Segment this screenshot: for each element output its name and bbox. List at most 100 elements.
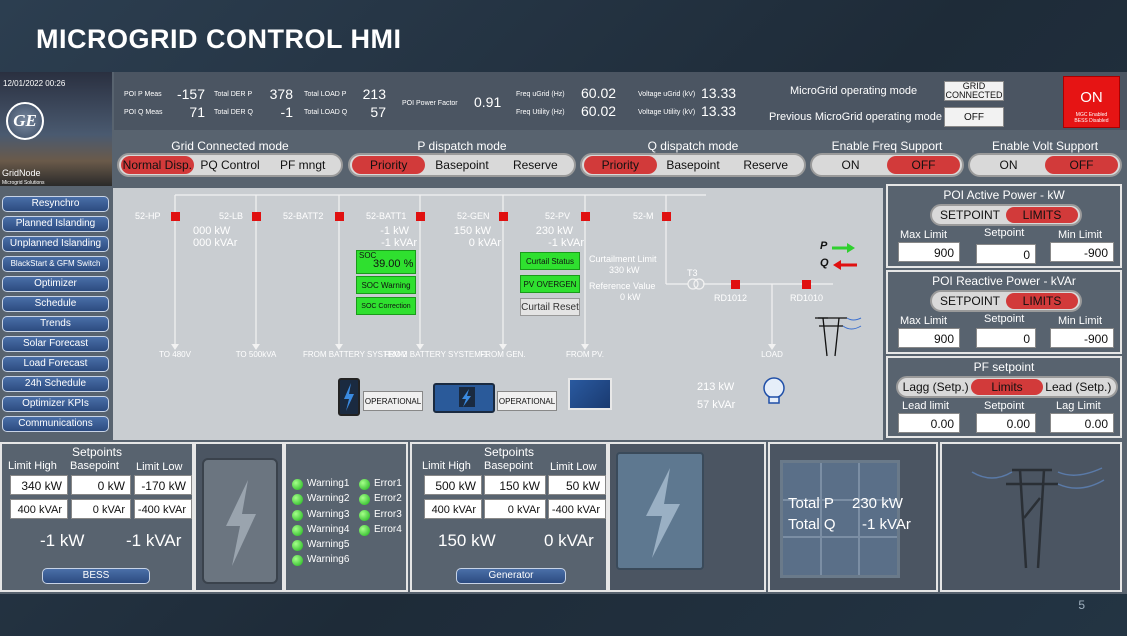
pf-tab-lagg[interactable]: Lagg (Setp.) (900, 379, 971, 395)
poi-active-tabs[interactable]: SETPOINT LIMITS (930, 204, 1082, 226)
sidebar-item-solar-forecast[interactable]: Solar Forecast (2, 336, 109, 352)
sidebar-item-resynchro[interactable]: Resynchro (2, 196, 109, 212)
freq-support-off[interactable]: OFF (887, 156, 960, 174)
sidebar-item-24h-schedule[interactable]: 24h Schedule (2, 376, 109, 392)
warning3-led (292, 510, 303, 521)
gen-limit-low-p[interactable]: 50 kW (548, 475, 606, 495)
sidebar-item-load-forecast[interactable]: Load Forecast (2, 356, 109, 372)
grid-connected-normal[interactable]: Normal Disp. (121, 156, 194, 174)
q-dispatch-priority[interactable]: Priority (584, 156, 657, 174)
volt-support-off[interactable]: OFF (1045, 156, 1118, 174)
p-dispatch-mode[interactable]: Priority Basepoint Reserve (348, 153, 576, 177)
poi-reactive-tab-limits[interactable]: LIMITS (1006, 293, 1078, 309)
breaker-52-m[interactable] (662, 212, 671, 221)
error3-label: Error3 (374, 509, 402, 520)
pf-lead-input[interactable]: 0.00 (898, 413, 960, 433)
breaker-label-52-gen: 52-GEN (457, 211, 490, 221)
gen-limit-high-q[interactable]: 400 kVAr (424, 499, 482, 519)
p-dispatch-basepoint[interactable]: Basepoint (425, 156, 498, 174)
pf-tab-lead[interactable]: Lead (Setp.) (1043, 379, 1114, 395)
breaker-52-lb[interactable] (252, 212, 261, 221)
gen-setpoints-title: Setpoints (483, 445, 535, 459)
breaker-52-hp[interactable] (171, 212, 180, 221)
bess-battery-icon (202, 458, 278, 584)
poi-active-tab-setpoint[interactable]: SETPOINT (934, 207, 1006, 223)
sidebar-item-unplanned-islanding[interactable]: Unplanned Islanding (2, 236, 109, 252)
curtail-status-indicator: Curtail Status (520, 252, 580, 270)
grid-connected-mode[interactable]: Normal Disp. PQ Control PF mngt (117, 153, 343, 177)
batt1-q: -1 kVAr (381, 237, 417, 249)
breaker-52-pv[interactable] (581, 212, 590, 221)
breaker-rd1010[interactable] (802, 280, 811, 289)
p-dispatch-priority[interactable]: Priority (352, 156, 426, 174)
grid-connected-pq[interactable]: PQ Control (194, 156, 267, 174)
freq-support-toggle[interactable]: ON OFF (810, 153, 964, 177)
poi-active-set-input[interactable]: 0 (976, 244, 1036, 264)
error2-label: Error2 (374, 493, 402, 504)
sidebar-item-planned-islanding[interactable]: Planned Islanding (2, 216, 109, 232)
bess-limit-high-q[interactable]: 400 kVAr (10, 499, 68, 519)
freq-support-on[interactable]: ON (814, 156, 887, 174)
poi-reactive-set-input[interactable]: 0 (976, 328, 1036, 348)
breaker-rd1012[interactable] (731, 280, 740, 289)
bess-basepoint-q[interactable]: 0 kVAr (71, 499, 131, 519)
pf-set-input[interactable]: 0.00 (976, 413, 1036, 433)
sidebar-item-blackstart[interactable]: BlackStart & GFM Switch (2, 256, 109, 272)
error1-label: Error1 (374, 478, 402, 489)
poi-active-tab-limits[interactable]: LIMITS (1006, 207, 1078, 223)
gen-limit-low-q[interactable]: -400 kVAr (548, 499, 606, 519)
poi-active-max-input[interactable]: 900 (898, 242, 960, 262)
bess-limit-high-p[interactable]: 340 kW (10, 475, 68, 495)
sidebar-item-communications[interactable]: Communications (2, 416, 109, 432)
error4-led (359, 525, 370, 536)
mode-value-button[interactable]: GRID CONNECTED (944, 81, 1004, 101)
pv-overgen-indicator: PV OVERGEN (520, 275, 580, 293)
logo-panel: 12/01/2022 00:26 GE GridNode Microgrid S… (0, 72, 112, 186)
bess-limit-low-q[interactable]: -400 kVAr (134, 499, 192, 519)
soc-correction-indicator: SOC Correction (356, 297, 416, 315)
generator-button[interactable]: Generator (456, 568, 566, 584)
volt-support-on[interactable]: ON (972, 156, 1045, 174)
gen-limit-high-p[interactable]: 500 kW (424, 475, 482, 495)
volt-utility-value: 13.33 (701, 103, 737, 119)
curtail-reset-button[interactable]: Curtail Reset (520, 298, 580, 316)
error1-led (359, 479, 370, 490)
poi-reactive-tabs[interactable]: SETPOINT LIMITS (930, 290, 1082, 312)
poi-reactive-max-input[interactable]: 900 (898, 328, 960, 348)
breaker-52-batt2[interactable] (335, 212, 344, 221)
gen-q: 0 kVAr (468, 237, 501, 249)
pf-setpoint-tabs[interactable]: Lagg (Setp.) Limits Lead (Setp.) (896, 376, 1118, 398)
sidebar-item-trends[interactable]: Trends (2, 316, 109, 332)
warning6-label: Warning6 (307, 554, 350, 565)
sidebar-item-optimizer[interactable]: Optimizer (2, 276, 109, 292)
q-dispatch-mode[interactable]: Priority Basepoint Reserve (580, 153, 806, 177)
sidebar-item-optimizer-kpis[interactable]: Optimizer KPIs (2, 396, 109, 412)
pf-value: 0.91 (474, 94, 502, 110)
q-dispatch-reserve[interactable]: Reserve (729, 156, 802, 174)
grid-connected-pf[interactable]: PF mngt (266, 156, 339, 174)
breaker-52-gen[interactable] (499, 212, 508, 221)
gen-basepoint-q[interactable]: 0 kVAr (484, 499, 546, 519)
mgc-on-button[interactable]: ON MGC Enabled BESS Disabled (1063, 76, 1120, 128)
sidebar-item-schedule[interactable]: Schedule (2, 296, 109, 312)
poi-reactive-tab-setpoint[interactable]: SETPOINT (934, 293, 1006, 309)
p-dispatch-title: P dispatch mode (417, 139, 507, 153)
poi-reactive-min-input[interactable]: -900 (1050, 328, 1114, 348)
bess-button[interactable]: BESS (42, 568, 150, 584)
pf-lead-label: Lead limit (902, 400, 950, 412)
breaker-label-52-batt1: 52-BATT1 (366, 211, 407, 221)
pf-set-label: Setpoint (984, 400, 1025, 412)
poi-active-min-input[interactable]: -900 (1050, 242, 1114, 262)
bess-limit-low-p[interactable]: -170 kW (134, 475, 192, 495)
breaker-52-batt1[interactable] (416, 212, 425, 221)
q-dispatch-basepoint[interactable]: Basepoint (657, 156, 730, 174)
bess-basepoint-p[interactable]: 0 kW (71, 475, 131, 495)
pf-setpoint-title: PF setpoint (973, 360, 1035, 374)
gridnode-name: GridNode (2, 168, 41, 178)
soc-indicator: SOC 39.00 % (356, 250, 416, 274)
pf-lag-input[interactable]: 0.00 (1050, 413, 1114, 433)
gen-basepoint-p[interactable]: 150 kW (484, 475, 546, 495)
p-dispatch-reserve[interactable]: Reserve (499, 156, 572, 174)
pf-tab-limits[interactable]: Limits (971, 379, 1043, 395)
volt-support-toggle[interactable]: ON OFF (968, 153, 1122, 177)
